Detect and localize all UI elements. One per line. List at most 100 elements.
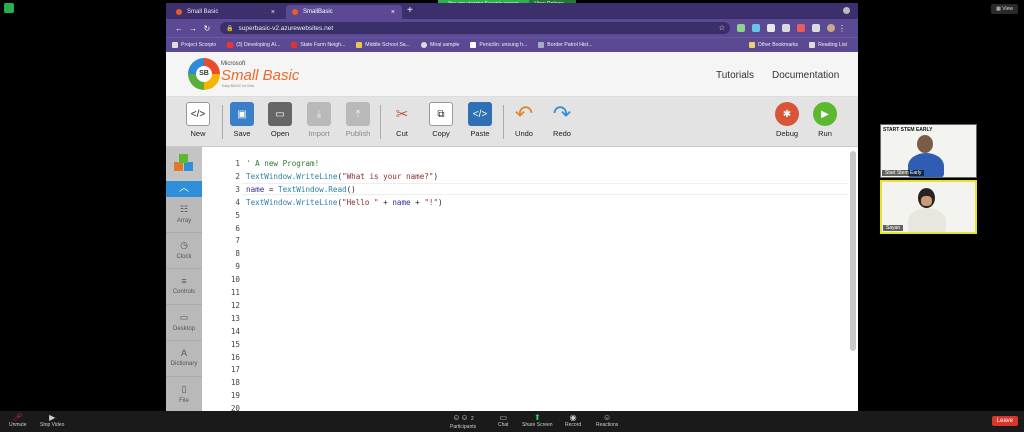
record-icon: ◉ (569, 413, 577, 422)
sidebar-item-controls[interactable]: ≡ Controls (166, 269, 202, 305)
cut-label: Cut (396, 129, 408, 138)
extension-icon[interactable] (797, 24, 805, 32)
debug-button[interactable]: ✱ Debug (770, 102, 804, 138)
save-button[interactable]: ▣ Save (225, 102, 259, 138)
extension-icon[interactable] (752, 24, 760, 32)
code-text[interactable]: name = TextWindow.Read() (246, 184, 356, 196)
zoom-security-shield-icon[interactable] (4, 3, 14, 13)
import-button[interactable]: ⤓ Import (302, 102, 336, 138)
open-label: Open (270, 129, 290, 138)
record-button[interactable]: ◉ Record (565, 413, 581, 428)
participant-video-active-speaker[interactable]: Sayan (880, 180, 977, 234)
nav-tutorials[interactable]: Tutorials (716, 70, 754, 81)
run-button[interactable]: ▶ Run (808, 102, 842, 138)
editor-scrollbar[interactable] (850, 151, 856, 351)
line-number: 12 (230, 300, 240, 310)
page-icon (356, 42, 363, 48)
undo-button[interactable]: ↶ Undo (507, 101, 541, 138)
participants-label: Participants (450, 424, 477, 430)
extension-icon[interactable] (767, 24, 775, 32)
puzzle-extensions-icon[interactable] (812, 24, 820, 32)
paste-button[interactable]: </> Paste (463, 102, 497, 138)
other-bookmarks[interactable]: Other Bookmarks (748, 42, 799, 48)
chat-button[interactable]: ▭ Chat (498, 413, 509, 428)
code-text[interactable]: TextWindow.WriteLine("What is your name?… (246, 171, 438, 183)
sidebar-item-label: File (179, 398, 189, 404)
share-screen-button[interactable]: ⬆ Share Screen (522, 413, 553, 428)
extension-icon[interactable] (782, 24, 790, 32)
profile-avatar[interactable] (827, 24, 835, 32)
bookmark-label: Penicilin: unsung h... (479, 42, 528, 48)
bookmark-item[interactable]: Project Scorpio (172, 42, 216, 48)
line-number: 7 (235, 236, 240, 246)
extension-icon[interactable] (737, 24, 745, 32)
participant-face (921, 196, 932, 206)
other-bookmarks-label: Other Bookmarks (757, 42, 799, 48)
bookmark-item[interactable]: Penicilin: unsung h... (470, 42, 527, 48)
tab-small-basic[interactable]: Small Basic × (170, 5, 282, 19)
forward-icon[interactable]: → (186, 24, 200, 33)
sidebar-item-dictionary[interactable]: A Dictionary (166, 341, 202, 377)
toolbar-separator (380, 105, 381, 139)
address-bar[interactable]: 🔒 superbasic-v2.azurewebsites.net ☆ (220, 22, 730, 34)
url-text: superbasic-v2.azurewebsites.net (238, 24, 334, 32)
reading-list[interactable]: Reading List (809, 42, 847, 48)
bookmark-item[interactable]: Middle School Sa... (356, 42, 410, 48)
view-button[interactable]: ▦ View (991, 4, 1018, 14)
sidebar-item-clock[interactable]: ◷ Clock (166, 233, 202, 269)
library-cubes-icon[interactable] (166, 147, 202, 181)
code-text[interactable]: ' A new Program! (246, 158, 319, 170)
participants-icon: ☺☺ 2 (452, 413, 474, 422)
participants-button[interactable]: ☺☺ 2 Participants (450, 413, 476, 430)
participant-name: Sayan (883, 225, 904, 231)
nav-documentation[interactable]: Documentation (772, 70, 839, 81)
bookmark-item[interactable]: Border Patrol Hist... (538, 42, 593, 48)
line-number: 13 (230, 313, 240, 323)
small-basic-logo-icon[interactable]: SB (188, 58, 220, 90)
open-button[interactable]: ▭ Open (263, 102, 297, 138)
code-editor[interactable]: 1 ' A new Program! 2 TextWindow.WriteLine("… (202, 147, 858, 411)
leave-button[interactable]: Leave (991, 416, 1018, 426)
reactions-button[interactable]: ☺ Reactions (596, 413, 618, 428)
bookmark-item[interactable]: Miral sample (421, 42, 459, 48)
copy-button[interactable]: ⧉ Copy (424, 102, 458, 138)
back-icon[interactable]: ← (172, 24, 186, 33)
redo-label: Redo (553, 129, 571, 138)
reading-list-icon (809, 42, 816, 48)
cut-button[interactable]: ✂ Cut (385, 102, 419, 138)
bookmark-star-icon[interactable]: ☆ (719, 24, 725, 32)
close-tab-icon[interactable]: × (391, 9, 395, 16)
window-menu-icon[interactable] (843, 7, 850, 14)
participant-name: Start Stem Early (882, 170, 925, 176)
bookmark-item[interactable]: (3) Developing AI... (227, 42, 280, 48)
tab-smallbasic-active[interactable]: SmallBasic × (286, 5, 402, 19)
copy-icon: ⧉ (429, 102, 453, 126)
video-camera-icon: ▶ (49, 413, 56, 422)
collapse-chevron-icon[interactable]: ︿ (166, 181, 202, 197)
browser-menu-icon[interactable]: ⋮ (835, 24, 849, 33)
reload-icon[interactable]: ↻ (200, 24, 214, 33)
sidebar-item-label: Desktop (172, 326, 195, 332)
zoom-meeting-window: You are viewing Sayan's screen View Opti… (0, 0, 1024, 432)
new-tab-icon[interactable]: + (407, 5, 413, 16)
small-basic-favicon-icon (176, 9, 182, 15)
sidebar-item-array[interactable]: ☷ Array (166, 197, 202, 233)
close-tab-icon[interactable]: × (271, 9, 275, 16)
new-button[interactable]: </> New (181, 102, 215, 138)
bookmark-label: Project Scorpio (181, 42, 217, 48)
participant-video[interactable]: START STEM EARLY Start Stem Early (880, 124, 977, 178)
stop-video-button[interactable]: ▶ Stop Video (40, 413, 64, 428)
logo-subtitle: Easy BASIC for Kids (222, 84, 255, 88)
clock-icon: ◷ (180, 240, 188, 250)
paste-clipboard-icon: </> (468, 102, 492, 126)
sidebar-item-desktop[interactable]: ▭ Desktop (166, 305, 202, 341)
import-label: Import (308, 129, 330, 138)
code-text[interactable]: TextWindow.WriteLine("Hello " + name + "… (246, 197, 443, 209)
sidebar-item-file[interactable]: ▯ File (166, 377, 202, 411)
redo-button[interactable]: ↷ Redo (545, 101, 579, 138)
bookmark-item[interactable]: State Farm Neigh... (291, 42, 345, 48)
participant-body (908, 208, 946, 232)
unmute-button[interactable]: 🎤︎ Unmute (9, 413, 27, 428)
publish-button[interactable]: ⤒ Publish (341, 102, 375, 138)
run-label: Run (818, 129, 832, 138)
